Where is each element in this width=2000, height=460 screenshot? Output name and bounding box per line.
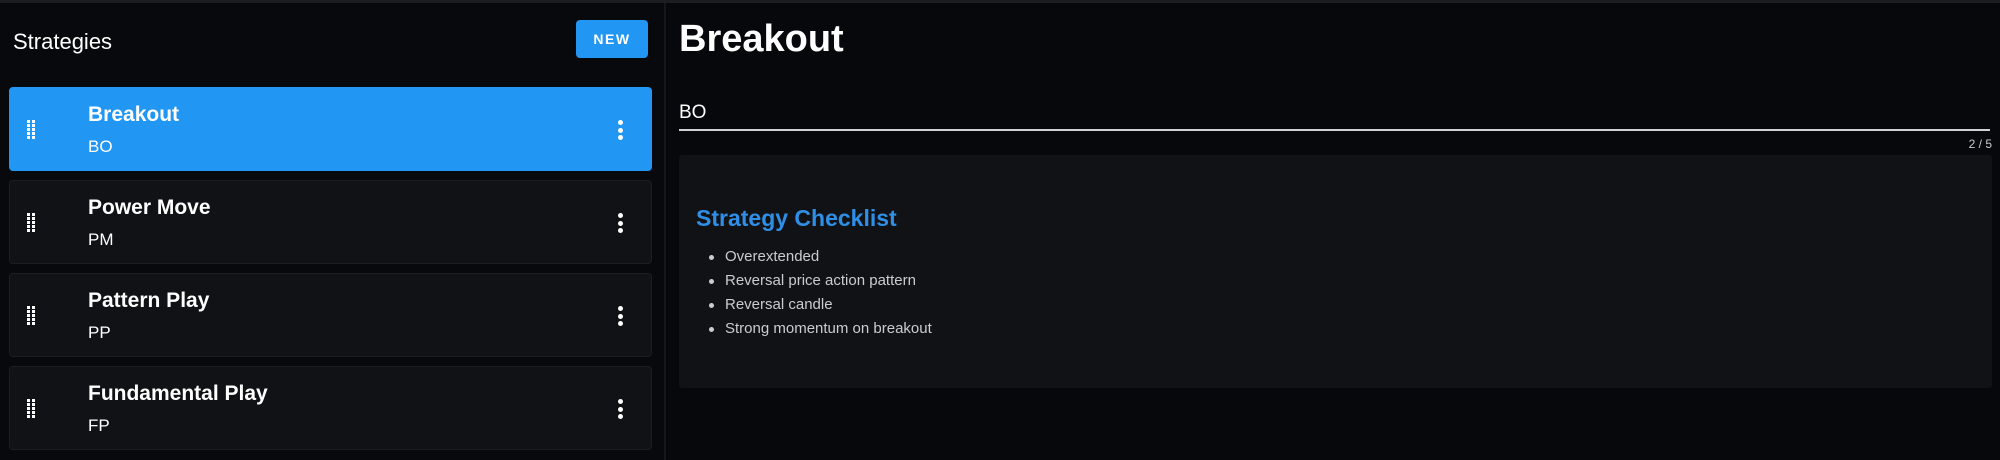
strategy-name: Power Move (88, 196, 211, 219)
drag-handle-icon[interactable] (27, 120, 37, 140)
strategy-name: Fundamental Play (88, 382, 268, 405)
strategy-item-power-move[interactable]: Power Move PM (9, 180, 652, 264)
strategy-code: PM (88, 230, 114, 249)
strategy-checklist-card: Strategy Checklist Overextended Reversal… (679, 155, 1992, 388)
new-strategy-button[interactable]: NEW (576, 20, 648, 58)
more-vert-icon[interactable] (614, 397, 626, 421)
more-vert-icon[interactable] (614, 118, 626, 142)
bullet-icon (709, 279, 714, 284)
strategy-code: FP (88, 416, 110, 435)
strategy-code: PP (88, 323, 111, 342)
strategy-title: Breakout (679, 18, 844, 60)
strategy-code: BO (88, 137, 113, 156)
strategy-code-input[interactable] (679, 97, 1990, 131)
strategies-sidebar: Strategies NEW Breakout BO Power Move PM (0, 3, 666, 460)
strategy-name: Pattern Play (88, 289, 210, 312)
bullet-icon (709, 303, 714, 308)
more-vert-icon[interactable] (614, 211, 626, 235)
checklist-item-text: Strong momentum on breakout (725, 320, 932, 337)
app-window: Strategies NEW Breakout BO Power Move PM (0, 0, 2000, 460)
checklist-item-text: Reversal price action pattern (725, 272, 916, 289)
drag-handle-icon[interactable] (27, 399, 37, 419)
bullet-icon (709, 327, 714, 332)
strategy-list: Breakout BO Power Move PM Pattern Play P… (9, 87, 652, 459)
sidebar-title: Strategies (13, 29, 113, 54)
checklist-list: Overextended Reversal price action patte… (709, 245, 932, 341)
sidebar-header: Strategies NEW (0, 3, 666, 81)
strategy-item-breakout[interactable]: Breakout BO (9, 87, 652, 171)
strategy-detail-pane: Breakout 2 / 5 Strategy Checklist Overex… (668, 3, 2000, 460)
checklist-item: Overextended (709, 245, 932, 269)
checklist-item-text: Overextended (725, 248, 820, 265)
bullet-icon (709, 255, 714, 260)
checklist-title: Strategy Checklist (696, 205, 897, 231)
strategy-name: Breakout (88, 103, 180, 126)
strategy-item-fundamental-play[interactable]: Fundamental Play FP (9, 366, 652, 450)
checklist-item: Reversal price action pattern (709, 269, 932, 293)
checklist-item: Reversal candle (709, 293, 932, 317)
character-counter: 2 / 5 (1968, 137, 1992, 151)
drag-handle-icon[interactable] (27, 213, 37, 233)
more-vert-icon[interactable] (614, 304, 626, 328)
strategy-item-pattern-play[interactable]: Pattern Play PP (9, 273, 652, 357)
checklist-item-text: Reversal candle (725, 296, 833, 313)
drag-handle-icon[interactable] (27, 306, 37, 326)
checklist-item: Strong momentum on breakout (709, 317, 932, 341)
